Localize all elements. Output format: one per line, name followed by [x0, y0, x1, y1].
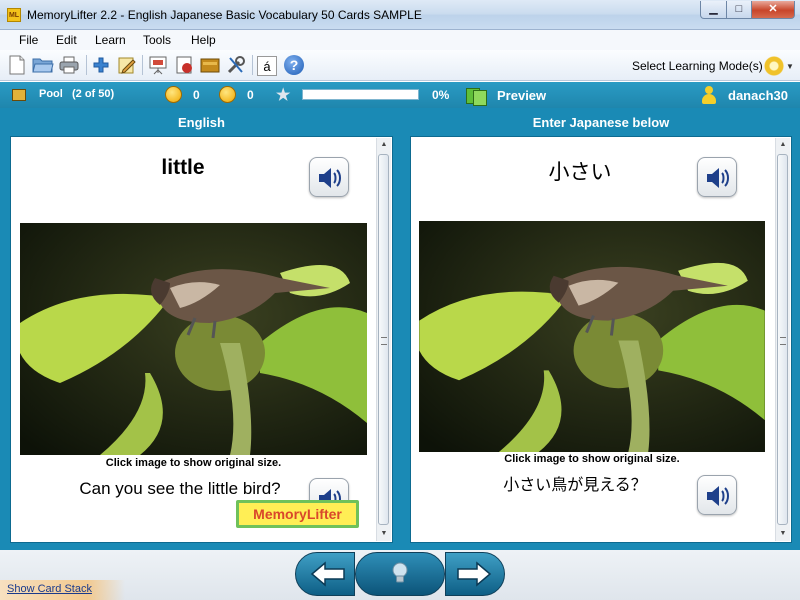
drill-icon[interactable]	[173, 54, 195, 76]
scroll-down-icon[interactable]: ▼	[377, 527, 391, 541]
app-icon: ML	[7, 8, 21, 22]
character-map-icon[interactable]: á	[257, 56, 277, 76]
close-button[interactable]: ✕	[751, 1, 795, 19]
pool-label: Pool	[39, 88, 63, 100]
next-card-button[interactable]	[445, 552, 505, 596]
progress-label: 0%	[432, 88, 450, 102]
answer-example-sentence: 小さい鳥が見える？	[503, 475, 647, 494]
learning-mode-gear-icon[interactable]	[764, 56, 784, 76]
menu-help[interactable]: Help	[191, 33, 216, 47]
new-document-icon[interactable]	[6, 54, 28, 76]
wrong-count: 0	[247, 88, 254, 102]
lightbulb-icon	[392, 562, 408, 583]
learning-mode-label[interactable]: Select Learning Mode(s)	[632, 59, 763, 73]
sad-smiley-icon	[219, 86, 236, 103]
example-sentence: Can you see the little bird?	[79, 479, 281, 498]
scrollbar[interactable]: ▲ ▼	[775, 138, 790, 541]
right-count: 0	[193, 88, 200, 102]
menu-learn[interactable]: Learn	[95, 33, 126, 47]
show-card-stack-link[interactable]: Show Card Stack	[0, 580, 125, 600]
scroll-thumb[interactable]	[777, 154, 788, 525]
happy-smiley-icon	[165, 86, 182, 103]
star-icon: ★	[276, 87, 291, 104]
title-bar: ML MemoryLifter 2.2 - English Japanese B…	[0, 0, 800, 30]
toolbar-separator	[86, 55, 87, 75]
progress-bar	[302, 89, 419, 100]
scroll-up-icon[interactable]: ▲	[377, 138, 391, 152]
speaker-icon	[319, 168, 341, 188]
image-caption: Click image to show original size.	[105, 457, 282, 469]
right-side-title: Enter Japanese below	[532, 115, 670, 130]
question-word: little	[161, 156, 205, 179]
answer-word-audio-button[interactable]	[697, 157, 737, 197]
toolbar-separator	[142, 55, 143, 75]
user-name: danach30	[728, 88, 788, 103]
user-icon	[702, 86, 716, 104]
speaker-icon	[707, 168, 729, 188]
open-folder-icon[interactable]	[32, 54, 54, 76]
hint-button[interactable]	[355, 552, 445, 596]
speaker-icon	[707, 486, 729, 506]
arrow-left-icon	[310, 561, 345, 587]
minimize-button[interactable]: ▁	[700, 1, 727, 19]
card-box-icon[interactable]	[199, 54, 221, 76]
show-card-stack-label[interactable]: Show Card Stack	[7, 583, 92, 595]
slideshow-icon[interactable]	[147, 54, 169, 76]
print-icon[interactable]	[58, 54, 80, 76]
menu-bar: File Edit Learn Tools Help	[0, 30, 800, 50]
add-card-icon[interactable]	[90, 54, 112, 76]
toolbar: á ? Select Learning Mode(s)	[0, 50, 800, 81]
tools-icon[interactable]	[225, 54, 247, 76]
pool-box-icon	[12, 89, 26, 101]
window-title: MemoryLifter 2.2 - English Japanese Basi…	[27, 8, 422, 22]
scrollbar[interactable]: ▲ ▼	[376, 138, 391, 541]
scroll-thumb[interactable]	[378, 154, 389, 525]
menu-edit[interactable]: Edit	[56, 33, 77, 47]
scroll-down-icon[interactable]: ▼	[776, 527, 790, 541]
bird-image[interactable]	[20, 223, 367, 455]
help-icon[interactable]: ?	[284, 55, 304, 75]
edit-card-icon[interactable]	[116, 54, 138, 76]
left-side-title: English	[178, 115, 225, 130]
arrow-right-icon	[457, 561, 492, 587]
menu-file[interactable]: File	[19, 33, 38, 47]
memorylifter-logo: MemoryLifter	[236, 500, 359, 528]
chevron-down-icon[interactable]: ▼	[786, 62, 794, 71]
answer-sentence-audio-button[interactable]	[697, 475, 737, 515]
scroll-up-icon[interactable]: ▲	[776, 138, 790, 152]
pool-count: (2 of 50)	[72, 88, 115, 100]
previous-card-button[interactable]	[295, 552, 355, 596]
menu-tools[interactable]: Tools	[143, 33, 171, 47]
answer-image-caption: Click image to show original size.	[504, 453, 680, 465]
word-audio-button[interactable]	[309, 157, 349, 197]
preview-icon[interactable]	[466, 86, 487, 106]
preview-button[interactable]: Preview	[497, 88, 546, 103]
answer-bird-image[interactable]	[419, 221, 765, 452]
maximize-button[interactable]: □	[726, 1, 752, 19]
toolbar-separator	[252, 55, 253, 75]
